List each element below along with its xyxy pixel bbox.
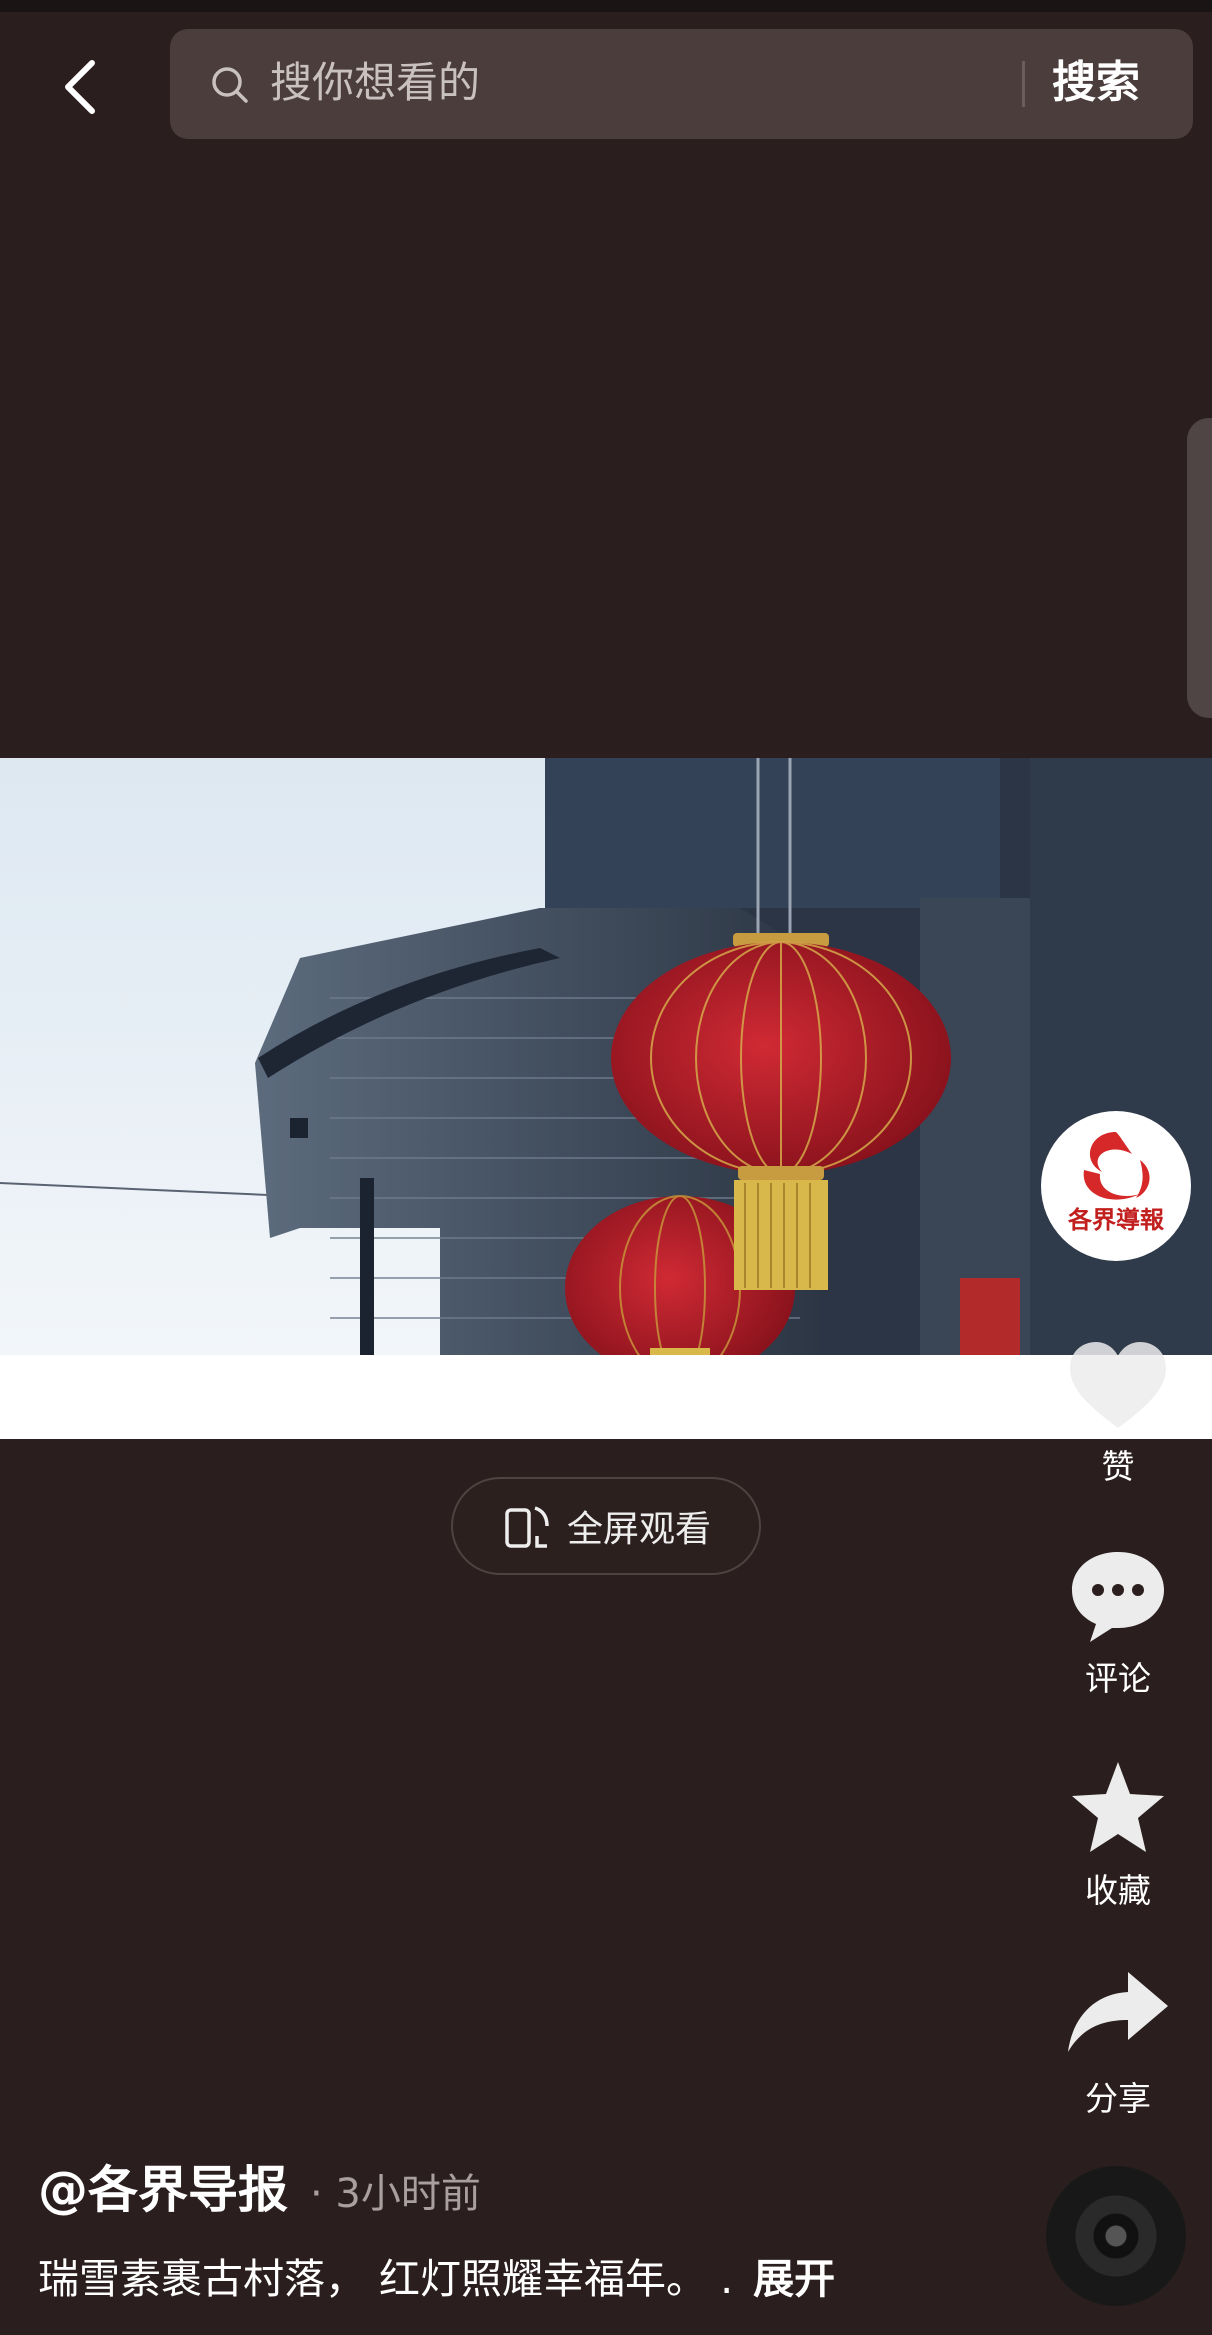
search-button[interactable]: 搜索 bbox=[1052, 53, 1140, 113]
status-bar bbox=[0, 0, 1212, 12]
video-still-image bbox=[0, 758, 1212, 1355]
like-button[interactable]: 赞 bbox=[1058, 1338, 1178, 1488]
heart-icon bbox=[1070, 1342, 1166, 1428]
chevron-left-icon bbox=[65, 60, 95, 114]
star-icon bbox=[1072, 1762, 1164, 1852]
caption-text: 瑞雪素裹古村落， 红灯照耀幸福年。 . bbox=[38, 2255, 734, 2303]
comment-icon bbox=[1072, 1552, 1164, 1642]
share-arrow-icon bbox=[1068, 1972, 1168, 2052]
fullscreen-label: 全屏观看 bbox=[566, 1509, 711, 1550]
post-caption: 瑞雪素裹古村落， 红灯照耀幸福年。 . 展开 bbox=[38, 2245, 835, 2305]
search-bar[interactable]: 搜你想看的 搜索 bbox=[170, 29, 1193, 139]
search-input[interactable]: 搜你想看的 bbox=[270, 53, 480, 113]
share-button[interactable]: 分享 bbox=[1058, 1966, 1178, 2120]
share-label: 分享 bbox=[1085, 2079, 1151, 2118]
back-button[interactable] bbox=[50, 52, 110, 122]
post-meta: @各界导报 · 3小时前 bbox=[38, 2150, 481, 2222]
video-frame[interactable] bbox=[0, 758, 1212, 1355]
music-disc[interactable] bbox=[1046, 2166, 1186, 2306]
search-divider bbox=[1022, 61, 1025, 107]
search-icon bbox=[212, 67, 248, 103]
author-name[interactable]: @各界导报 bbox=[38, 2150, 288, 2222]
fullscreen-button[interactable]: 全屏观看 bbox=[451, 1477, 761, 1575]
comment-button[interactable]: 评论 bbox=[1058, 1546, 1178, 1700]
rotate-screen-icon bbox=[505, 1506, 549, 1548]
favorite-button[interactable]: 收藏 bbox=[1058, 1758, 1178, 1912]
news-logo-text: 各界導報 bbox=[1067, 1205, 1165, 1234]
comment-label: 评论 bbox=[1085, 1659, 1151, 1698]
expand-button[interactable]: 展开 bbox=[753, 2245, 835, 2305]
side-pull-handle[interactable] bbox=[1187, 418, 1212, 718]
news-logo[interactable]: 各界導報 bbox=[1040, 1110, 1192, 1262]
post-time: · 3小时前 bbox=[310, 2171, 481, 2217]
video-letterbox-strip bbox=[0, 1355, 1212, 1439]
favorite-label: 收藏 bbox=[1085, 1871, 1151, 1910]
like-label: 赞 bbox=[1101, 1447, 1135, 1486]
